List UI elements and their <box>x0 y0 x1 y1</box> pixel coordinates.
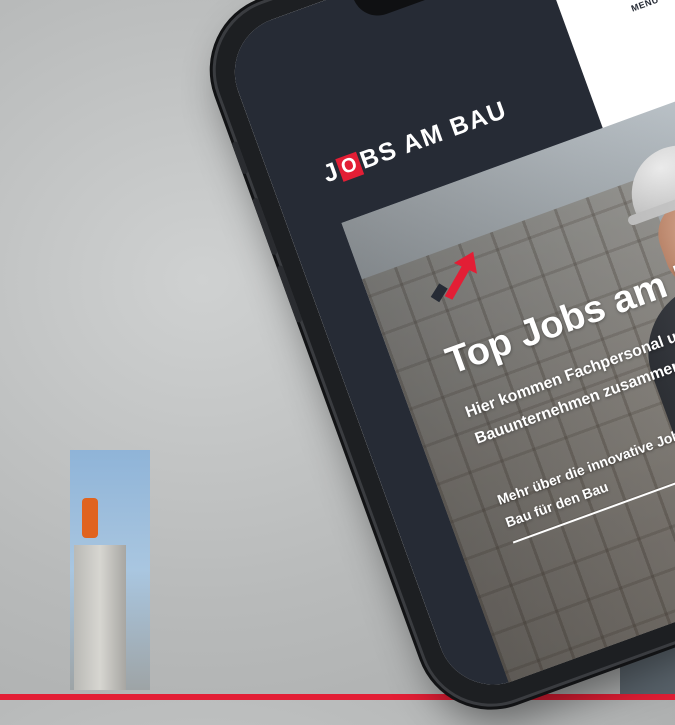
menu-button[interactable]: MENÜ <box>618 0 669 25</box>
menu-label: MENÜ <box>629 0 660 14</box>
phone-screen: J O BS AM BAU MENÜ Top Jobs am Bau. Hier… <box>219 0 675 701</box>
smartphone-mockup: J O BS AM BAU MENÜ Top Jobs am Bau. Hier… <box>196 0 675 724</box>
bottom-accent-strip <box>0 694 675 700</box>
phone-volume-up-button <box>251 197 279 256</box>
worker-figure <box>82 498 98 538</box>
phone-volume-down-button <box>276 264 303 324</box>
phone-side-button <box>231 140 249 175</box>
concrete-column <box>74 545 126 690</box>
background-photo-worker <box>70 450 150 690</box>
